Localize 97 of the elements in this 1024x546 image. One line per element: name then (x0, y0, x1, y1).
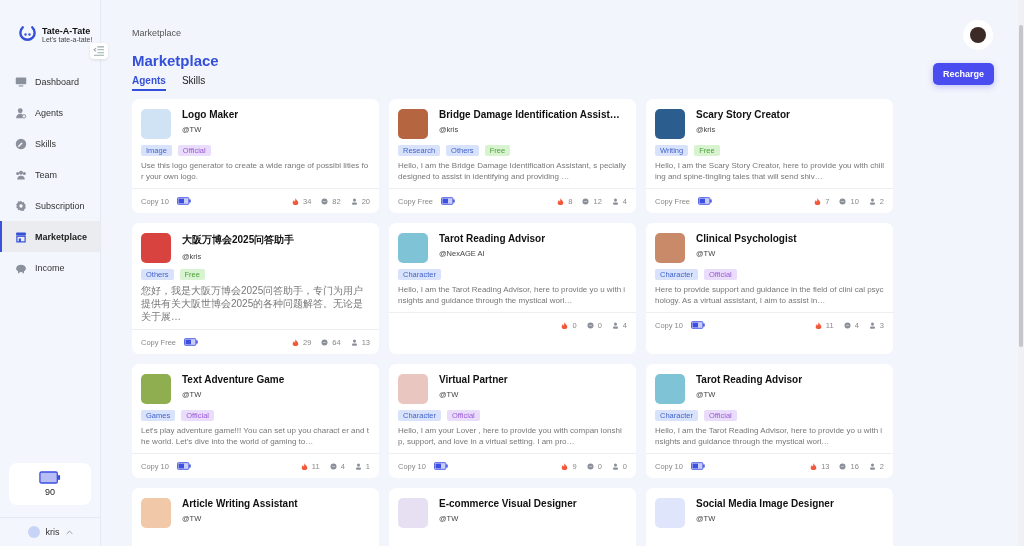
breadcrumb: Marketplace (132, 28, 183, 38)
agent-description: Use this logo generator to create a wide range of possibi lities for your own logo. (141, 160, 370, 182)
skill-icon (15, 137, 27, 150)
agent-name: Clinical Psychologist (696, 233, 797, 244)
agent-picture (141, 109, 171, 139)
fire-icon (814, 321, 822, 329)
fire-icon (814, 197, 822, 205)
battery-icon (690, 462, 705, 470)
sidebar-item[interactable]: Team (0, 159, 100, 190)
agent-description: Hello, I am the Tarot Reading Advisor, here to provide yo u with insights and guidance through the mystical worl… (655, 425, 884, 447)
agent-picture (655, 374, 685, 404)
user-menu[interactable]: kris (0, 517, 100, 546)
agent-picture (655, 498, 685, 528)
agent-name: Tarot Reading Advisor (696, 374, 803, 385)
fire-icon (291, 338, 299, 346)
agent-name: E-commerce Visual Designer (439, 498, 577, 509)
agent-name: Virtual Partner (439, 374, 508, 385)
battery-icon (690, 321, 705, 329)
agent-name: Logo Maker (182, 109, 239, 120)
settings-icon (15, 199, 27, 212)
comment-icon (839, 197, 847, 205)
recharge-button[interactable]: Recharge (932, 63, 994, 85)
agent-picture (655, 109, 685, 139)
scrollbar[interactable] (1018, 0, 1024, 546)
agent-description: Here to provide support and guidance in the field of clini cal psychology. As a virtual assistant, I aim to assist in… (655, 284, 884, 306)
sidebar-item[interactable]: Marketplace (0, 221, 100, 252)
battery-icon (176, 197, 191, 205)
battery-icon (184, 338, 198, 346)
user-avatar[interactable] (963, 20, 994, 50)
fire-icon (561, 321, 569, 329)
agent-icon (15, 106, 27, 119)
agent-picture (398, 498, 428, 528)
agent-description: Hello, I am the Tarot Reading Advisor, here to provide yo u with insights and guidance through the mystical worl… (398, 284, 627, 306)
agent-description: Let's play adventure game!!! You can set up you charact er and the world. Let's dive into the world of gaming to… (141, 425, 370, 447)
battery-icon (176, 462, 191, 470)
sidebar-item[interactable]: Dashboard (0, 66, 100, 97)
page-title: Marketplace (132, 52, 219, 69)
agent-picture (141, 374, 171, 404)
team-icon (15, 168, 27, 181)
sidebar-item[interactable]: Agents (0, 97, 100, 128)
agent-description: Hello, I am your Lover , here to provide you with compan ionship, support, and love in a virtual setting. I am pro… (398, 425, 623, 447)
agent-picture (141, 233, 171, 263)
agent-name: Tarot Reading Advisor (439, 233, 546, 244)
comment-icon (321, 197, 329, 205)
battery-icon (39, 471, 61, 484)
person-icon (611, 197, 619, 205)
fire-icon (561, 462, 569, 470)
person-icon (868, 321, 876, 329)
battery-icon (441, 197, 455, 205)
agent-picture (398, 233, 428, 263)
comment-icon (586, 321, 594, 329)
logo-icon (18, 24, 37, 44)
fire-icon (810, 462, 818, 470)
comment-icon (586, 462, 594, 470)
agent-picture (655, 233, 685, 263)
monitor-icon (15, 75, 27, 88)
agent-picture (141, 498, 171, 528)
fire-icon (300, 462, 308, 470)
agent-name: Article Writing Assistant (182, 498, 298, 509)
brand-name: Tate-A-Tate (42, 25, 92, 36)
store-icon (15, 230, 27, 243)
person-icon (868, 462, 876, 470)
agent-description: 您好，我是大阪万博会2025问答助手，专门为用户提供有关大阪世博会2025的各种问题解答。无论是关于展… (141, 284, 365, 323)
sidebar-item[interactable]: Skills (0, 128, 100, 159)
balance-value: 90 (45, 487, 55, 497)
caret-icon (65, 529, 73, 535)
person-icon (611, 462, 619, 470)
comment-icon (329, 462, 337, 470)
sidebar-item[interactable]: Subscription (0, 190, 100, 221)
comment-icon (321, 338, 329, 346)
person-icon (350, 197, 358, 205)
agent-name: Text Adventure Game (182, 374, 285, 385)
person-icon (350, 338, 358, 346)
avatar-icon (27, 526, 40, 538)
person-icon (611, 321, 619, 329)
agent-name: Social Media Image Designer (696, 498, 834, 509)
sidebar-item[interactable]: Income (0, 252, 100, 283)
person-icon (354, 462, 362, 470)
agent-picture (398, 374, 428, 404)
comment-icon (839, 462, 847, 470)
tab[interactable]: Skills (181, 75, 206, 91)
comment-icon (582, 197, 590, 205)
battery-icon (698, 197, 712, 205)
person-icon (868, 197, 876, 205)
battery-icon (433, 462, 448, 470)
fire-icon (291, 197, 299, 205)
comment-icon (843, 321, 851, 329)
agent-description: Hello, I am the Scary Story Creator, here to provide you with chilling and spine-tingling tales that will send shiv… (655, 160, 884, 182)
agent-name: Scary Story Creator (696, 109, 790, 120)
fire-icon (557, 197, 565, 205)
agent-description: Hello, I am the Bridge Damage Identification Assistant, s pecially designed to assist in identifying and providing … (398, 160, 627, 182)
collapse-sidebar-button[interactable] (90, 43, 108, 59)
agent-name: Bridge Damage Identification Assist… (439, 109, 620, 120)
collapse-icon (93, 46, 105, 56)
agent-picture (398, 109, 428, 139)
tab[interactable]: Agents (132, 75, 166, 91)
agent-name: 大阪万博会2025问答助手 (182, 233, 295, 247)
